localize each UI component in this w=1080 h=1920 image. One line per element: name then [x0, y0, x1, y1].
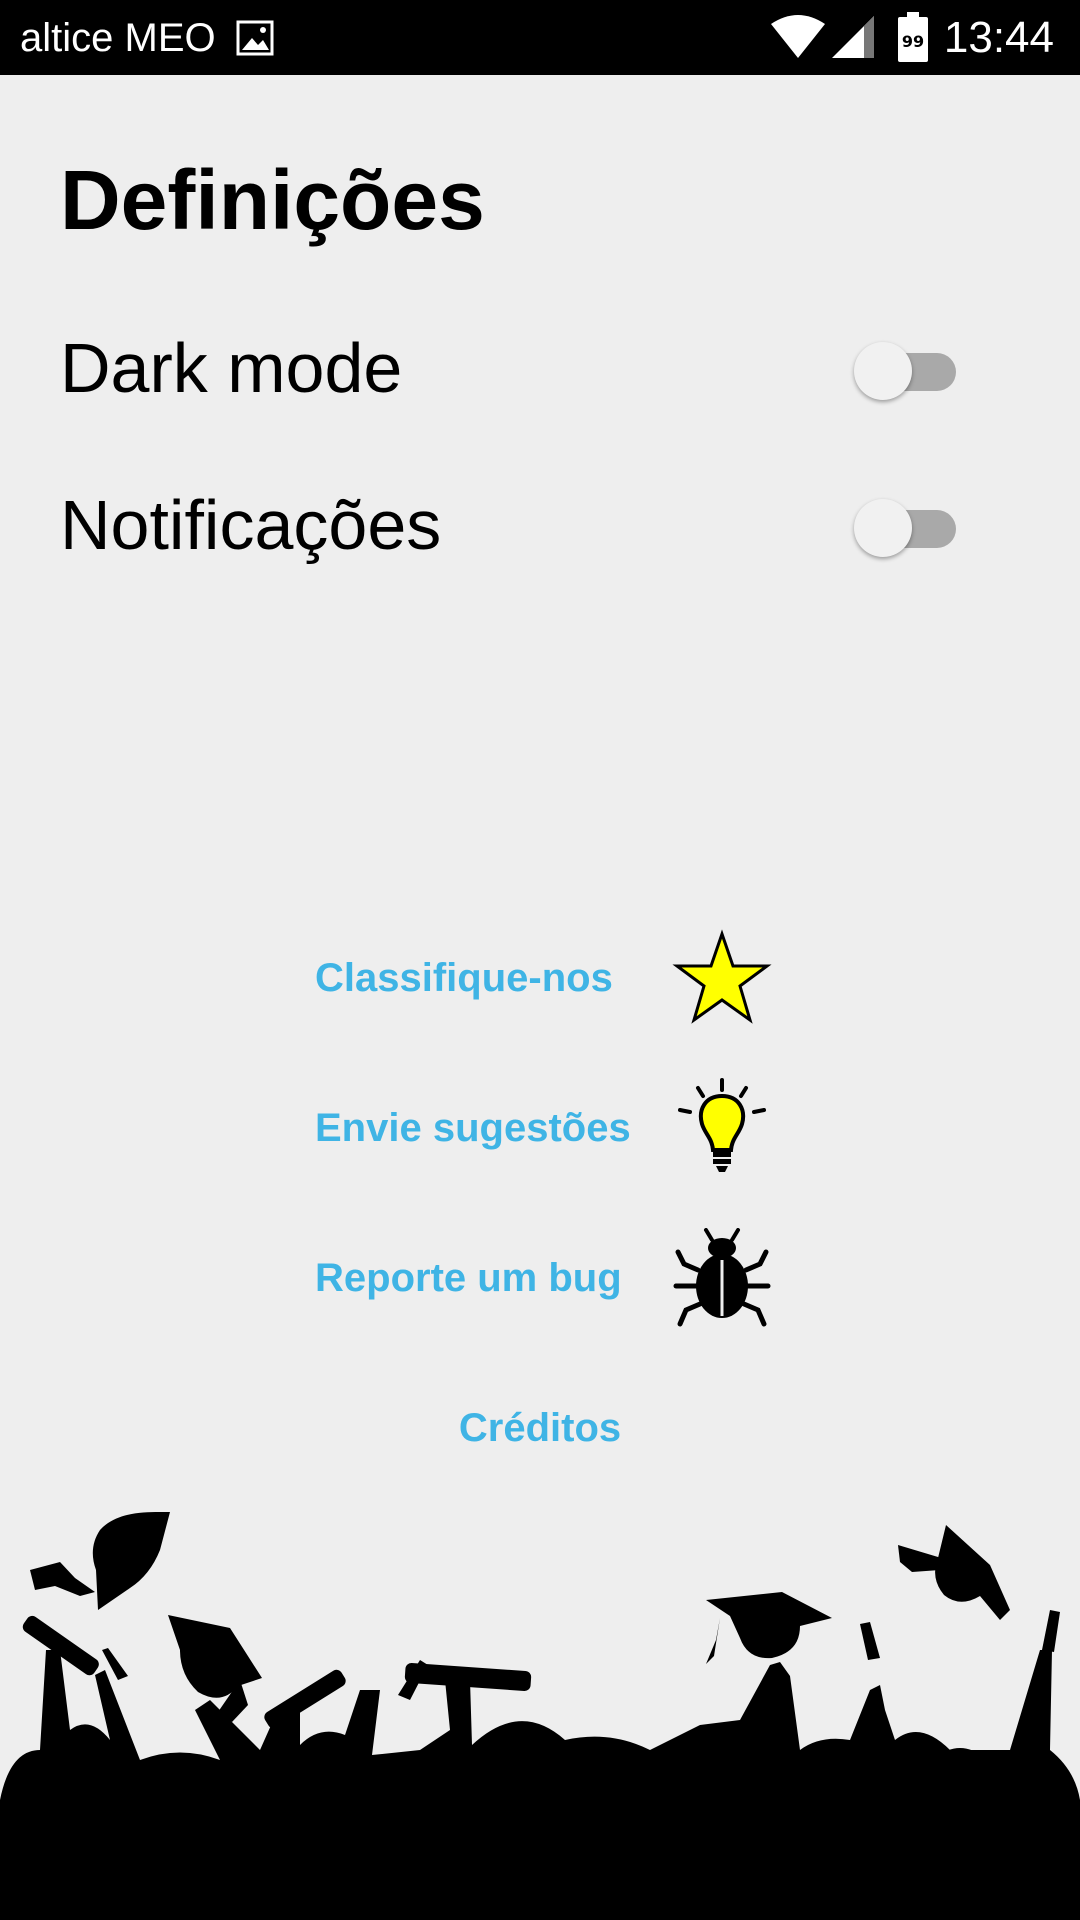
toggle-thumb — [854, 342, 912, 400]
status-bar: altice MEO 99 13:44 — [0, 0, 1080, 75]
setting-label: Dark mode — [60, 329, 403, 407]
send-suggestions-link[interactable]: Envie sugestões — [315, 1078, 775, 1178]
image-notification-icon — [236, 20, 274, 56]
notifications-toggle[interactable] — [854, 499, 960, 559]
battery-icon: 99 — [898, 12, 928, 62]
report-bug-label: Reporte um bug — [315, 1256, 622, 1300]
graduation-crowd-illustration — [0, 1511, 1080, 1920]
send-suggestions-label: Envie sugestões — [315, 1106, 631, 1150]
rate-us-label: Classifique-nos — [315, 956, 613, 1000]
flying-cap-icon — [706, 1592, 832, 1664]
setting-notifications[interactable]: Notificações — [60, 475, 980, 575]
wifi-icon — [771, 15, 825, 58]
clock: 13:44 — [943, 13, 1054, 62]
page-title: Definições — [60, 153, 485, 247]
rate-us-link[interactable]: Classifique-nos — [315, 928, 775, 1028]
setting-dark-mode[interactable]: Dark mode — [60, 318, 980, 418]
lightbulb-icon — [678, 1078, 766, 1172]
toggle-thumb — [854, 499, 912, 557]
battery-level: 99 — [902, 32, 924, 51]
star-icon — [672, 929, 772, 1024]
bug-icon — [673, 1228, 771, 1327]
cell-signal-icon — [832, 16, 874, 58]
flying-cap-icon — [30, 1511, 170, 1610]
credits-link[interactable]: Créditos — [0, 1400, 1080, 1456]
dark-mode-toggle[interactable] — [854, 342, 960, 402]
settings-screen: altice MEO 99 13:44 Definições Dark mode — [0, 0, 1080, 1920]
setting-label: Notificações — [60, 486, 442, 564]
report-bug-link[interactable]: Reporte um bug — [315, 1228, 775, 1328]
carrier-name: altice MEO — [20, 16, 216, 60]
flying-cap-icon — [898, 1525, 1010, 1620]
